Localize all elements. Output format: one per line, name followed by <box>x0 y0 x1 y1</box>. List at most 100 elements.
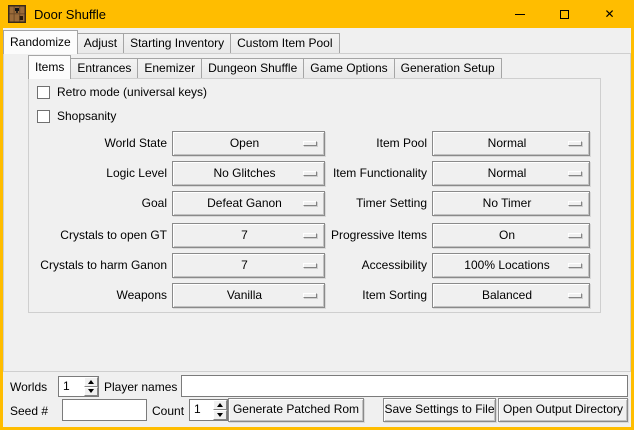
logic-level-label: Logic Level <box>32 161 172 186</box>
item-pool-dropdown[interactable]: Normal <box>432 131 590 156</box>
worlds-spinbox[interactable]: 1 <box>58 376 99 397</box>
world-state-label: World State <box>32 131 172 156</box>
client-area: Randomize Adjust Starting Inventory Cust… <box>3 28 631 427</box>
settings-row: Goal Defeat Ganon Timer Setting No Timer <box>32 191 590 216</box>
window-controls: ✕ <box>497 0 632 28</box>
spin-down-icon[interactable] <box>84 387 98 397</box>
dropdown-value: On <box>433 224 589 247</box>
settings-row: Crystals to harm Ganon 7 Accessibility 1… <box>32 253 590 278</box>
save-settings-button[interactable]: Save Settings to File <box>383 398 496 422</box>
close-icon: ✕ <box>604 8 614 20</box>
maximize-icon <box>560 10 569 19</box>
settings-row: Weapons Vanilla Item Sorting Balanced <box>32 283 590 308</box>
tab-custom-item-pool[interactable]: Custom Item Pool <box>230 33 339 53</box>
tab-game-options[interactable]: Game Options <box>303 58 394 78</box>
weapons-label: Weapons <box>32 283 172 308</box>
worlds-label: Worlds <box>10 377 47 397</box>
crystals-harm-ganon-dropdown[interactable]: 7 <box>172 253 325 278</box>
checkbox-icon[interactable] <box>37 110 50 123</box>
logic-level-dropdown[interactable]: No Glitches <box>172 161 325 186</box>
tab-generation-setup[interactable]: Generation Setup <box>394 58 502 78</box>
tab-dungeon-shuffle[interactable]: Dungeon Shuffle <box>201 58 304 78</box>
tab-entrances[interactable]: Entrances <box>70 58 138 78</box>
spin-down-icon[interactable] <box>213 410 227 420</box>
checkbox-label: Retro mode (universal keys) <box>57 85 207 99</box>
main-tab-bar: Randomize Adjust Starting Inventory Cust… <box>3 29 340 53</box>
seed-label: Seed # <box>10 401 48 421</box>
world-state-dropdown[interactable]: Open <box>172 131 325 156</box>
timer-setting-label: Timer Setting <box>325 191 432 216</box>
menu-indicator-icon <box>568 171 582 176</box>
menu-indicator-icon <box>568 141 582 146</box>
menu-indicator-icon <box>303 293 317 298</box>
spin-up-icon[interactable] <box>84 377 98 387</box>
item-functionality-label: Item Functionality <box>325 161 432 186</box>
open-output-directory-button[interactable]: Open Output Directory <box>498 398 628 422</box>
dropdown-value: Balanced <box>433 284 589 307</box>
close-button[interactable]: ✕ <box>587 0 632 28</box>
menu-indicator-icon <box>303 171 317 176</box>
minimize-button[interactable] <box>497 0 542 28</box>
spin-arrows <box>213 400 227 420</box>
tab-randomize[interactable]: Randomize <box>3 30 78 54</box>
item-functionality-dropdown[interactable]: Normal <box>432 161 590 186</box>
maximize-button[interactable] <box>542 0 587 28</box>
menu-indicator-icon <box>568 233 582 238</box>
seed-input[interactable] <box>62 399 147 421</box>
settings-row: Logic Level No Glitches Item Functionali… <box>32 161 590 186</box>
count-spinbox[interactable]: 1 <box>189 399 228 421</box>
settings-row: Crystals to open GT 7 Progressive Items … <box>32 223 590 248</box>
items-pane: Retro mode (universal keys) Shopsanity W… <box>28 78 601 313</box>
settings-row: World State Open Item Pool Normal <box>32 131 590 156</box>
dropdown-value: Vanilla <box>173 284 324 307</box>
dropdown-value: 7 <box>173 224 324 247</box>
player-names-input[interactable] <box>181 375 628 397</box>
weapons-dropdown[interactable]: Vanilla <box>172 283 325 308</box>
goal-dropdown[interactable]: Defeat Ganon <box>172 191 325 216</box>
dropdown-value: Normal <box>433 132 589 155</box>
checkbox-label: Shopsanity <box>57 109 116 123</box>
count-label: Count <box>152 401 184 421</box>
menu-indicator-icon <box>303 263 317 268</box>
dropdown-value: 7 <box>173 254 324 277</box>
menu-indicator-icon <box>568 293 582 298</box>
spinbox-value: 1 <box>190 400 213 420</box>
menu-indicator-icon <box>303 201 317 206</box>
item-pool-label: Item Pool <box>325 131 432 156</box>
spin-arrows <box>84 377 98 396</box>
title-bar[interactable]: Door Shuffle ✕ <box>0 0 634 28</box>
dropdown-value: Defeat Ganon <box>173 192 324 215</box>
dropdown-value: 100% Locations <box>433 254 589 277</box>
minimize-icon <box>515 14 525 15</box>
spin-up-icon[interactable] <box>213 400 227 410</box>
item-sorting-dropdown[interactable]: Balanced <box>432 283 590 308</box>
menu-indicator-icon <box>568 263 582 268</box>
menu-indicator-icon <box>303 141 317 146</box>
tab-items[interactable]: Items <box>28 55 71 79</box>
item-sorting-label: Item Sorting <box>325 283 432 308</box>
crystals-open-gt-label: Crystals to open GT <box>32 223 172 248</box>
dropdown-value: No Timer <box>433 192 589 215</box>
menu-indicator-icon <box>303 233 317 238</box>
shopsanity-checkbox[interactable]: Shopsanity <box>37 108 116 124</box>
dropdown-value: Normal <box>433 162 589 185</box>
player-names-label: Player names <box>104 377 177 397</box>
goal-label: Goal <box>32 191 172 216</box>
menu-indicator-icon <box>568 201 582 206</box>
progressive-items-label: Progressive Items <box>325 223 432 248</box>
accessibility-dropdown[interactable]: 100% Locations <box>432 253 590 278</box>
retro-mode-checkbox[interactable]: Retro mode (universal keys) <box>37 84 207 100</box>
generate-patched-rom-button[interactable]: Generate Patched Rom <box>228 398 364 422</box>
tab-enemizer[interactable]: Enemizer <box>137 58 202 78</box>
tab-adjust[interactable]: Adjust <box>77 33 124 53</box>
sub-tab-bar: Items Entrances Enemizer Dungeon Shuffle… <box>28 54 502 78</box>
window-title: Door Shuffle <box>34 7 106 22</box>
timer-setting-dropdown[interactable]: No Timer <box>432 191 590 216</box>
progressive-items-dropdown[interactable]: On <box>432 223 590 248</box>
checkbox-icon[interactable] <box>37 86 50 99</box>
app-door-icon <box>8 5 26 23</box>
crystals-open-gt-dropdown[interactable]: 7 <box>172 223 325 248</box>
dropdown-value: No Glitches <box>173 162 324 185</box>
tab-starting-inventory[interactable]: Starting Inventory <box>123 33 231 53</box>
crystals-harm-ganon-label: Crystals to harm Ganon <box>32 253 172 278</box>
